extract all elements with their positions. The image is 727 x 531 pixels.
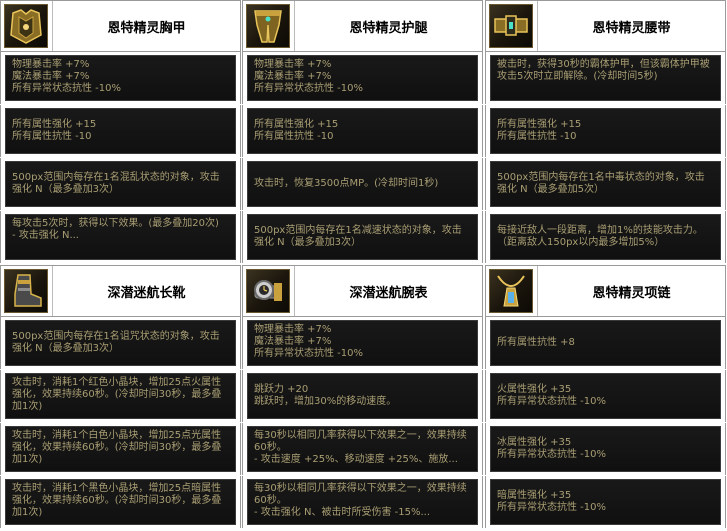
item-header: 恩特精灵项链	[485, 265, 726, 317]
effect-row: 每30秒以相同几率获得以下效果之一，效果持续60秒。 - 攻击速度 +25%、移…	[242, 423, 483, 475]
effect-row: 攻击时，消耗1个白色小晶块，增加25点光属性强化，效果持续60秒。(冷却时间30…	[0, 423, 241, 475]
effect-text: 每30秒以相同几率获得以下效果之一，效果持续60秒。 - 攻击强化 N、被击时所…	[247, 479, 478, 525]
effect-row: 所有属性强化 +15 所有属性抗性 -10	[242, 105, 483, 157]
effect-text: 500px范围内每存在1名中毒状态的对象，攻击强化 N（最多叠加5次）	[490, 161, 721, 207]
diving-boots-icon	[4, 269, 48, 313]
effect-row: 500px范围内每存在1名混乱状态的对象，攻击强化 N（最多叠加3次）	[0, 158, 241, 210]
effect-row: 所有属性强化 +15 所有属性抗性 -10	[485, 105, 726, 157]
item-header: 深潜迷航长靴	[0, 265, 241, 317]
effect-text: 所有属性强化 +15 所有属性抗性 -10	[247, 108, 478, 154]
effect-text: 每接近敌人一段距离，增加1%的技能攻击力。（距离敌人150px以内最多增加5%）	[490, 214, 721, 260]
effect-text: 冰属性强化 +35 所有异常状态抗性 -10%	[490, 426, 721, 472]
diving-wristwatch-icon	[246, 269, 290, 313]
golden-belt-icon	[489, 4, 533, 48]
equipment-set-grid: 恩特精灵胸甲 物理暴击率 +7% 魔法暴击率 +7% 所有异常状态抗性 -10%…	[0, 0, 727, 531]
effect-text: 500px范围内每存在1名诅咒状态的对象，攻击强化 N（最多叠加3次）	[5, 320, 236, 366]
effect-row: 物理暴击率 +7% 魔法暴击率 +7% 所有异常状态抗性 -10%	[0, 52, 241, 104]
effect-row: 攻击时，消耗1个黑色小晶块，增加25点暗属性强化，效果持续60秒。(冷却时间30…	[0, 476, 241, 528]
effect-row: 暗属性强化 +35 所有异常状态抗性 -10%	[485, 476, 726, 528]
effect-text: 所有属性抗性 +8	[490, 320, 721, 366]
effect-text: 所有属性强化 +15 所有属性抗性 -10	[490, 108, 721, 154]
item-name: 恩特精灵胸甲	[107, 20, 186, 36]
effect-text: 每30秒以相同几率获得以下效果之一，效果持续60秒。 - 攻击速度 +25%、移…	[247, 426, 478, 472]
item-name: 恩特精灵腰带	[592, 20, 671, 36]
item-name: 恩特精灵项链	[592, 285, 671, 301]
effect-row: 每接近敌人一段距离，增加1%的技能攻击力。（距离敌人150px以内最多增加5%）	[485, 211, 726, 263]
effect-row: 攻击时，消耗1个红色小晶块，增加25点火属性强化，效果持续60秒。(冷却时间30…	[0, 370, 241, 422]
golden-necklace-icon	[489, 269, 533, 313]
item-name: 深潜迷航腕表	[349, 285, 428, 301]
effect-row: 冰属性强化 +35 所有异常状态抗性 -10%	[485, 423, 726, 475]
effect-row: 500px范围内每存在1名中毒状态的对象，攻击强化 N（最多叠加5次）	[485, 158, 726, 210]
effect-row: 每30秒以相同几率获得以下效果之一，效果持续60秒。 - 攻击强化 N、被击时所…	[242, 476, 483, 528]
item-header: 恩特精灵腰带	[485, 0, 726, 52]
effect-text: 被击时，获得30秒的霸体护甲，但该霸体护甲被攻击5次时立即解除。(冷却时间5秒)	[490, 55, 721, 101]
effect-row: 500px范围内每存在1名诅咒状态的对象，攻击强化 N（最多叠加3次）	[0, 317, 241, 369]
effect-text: 攻击时，消耗1个黑色小晶块，增加25点暗属性强化，效果持续60秒。(冷却时间30…	[5, 479, 236, 525]
effect-text: 跳跃力 +20 跳跃时，增加30%的移动速度。	[247, 373, 478, 419]
effect-text: 火属性强化 +35 所有异常状态抗性 -10%	[490, 373, 721, 419]
effect-row: 物理暴击率 +7% 魔法暴击率 +7% 所有异常状态抗性 -10%	[242, 52, 483, 104]
effect-text: 所有属性强化 +15 所有属性抗性 -10	[5, 108, 236, 154]
effect-row: 被击时，获得30秒的霸体护甲，但该霸体护甲被攻击5次时立即解除。(冷却时间5秒)	[485, 52, 726, 104]
effect-row: 所有属性强化 +15 所有属性抗性 -10	[0, 105, 241, 157]
effect-text: 攻击时，消耗1个红色小晶块，增加25点火属性强化，效果持续60秒。(冷却时间30…	[5, 373, 236, 419]
effect-row: 每攻击5次时，获得以下效果。(最多叠加20次) - 攻击强化 N...	[0, 211, 241, 263]
effect-row: 物理暴击率 +7% 魔法暴击率 +7% 所有异常状态抗性 -10%	[242, 317, 483, 369]
effect-text: 物理暴击率 +7% 魔法暴击率 +7% 所有异常状态抗性 -10%	[247, 55, 478, 101]
item-name: 深潜迷航长靴	[107, 285, 186, 301]
effect-row: 跳跃力 +20 跳跃时，增加30%的移动速度。	[242, 370, 483, 422]
effect-text: 物理暴击率 +7% 魔法暴击率 +7% 所有异常状态抗性 -10%	[247, 320, 478, 366]
effect-text: 500px范围内每存在1名减速状态的对象，攻击强化 N（最多叠加3次）	[247, 214, 478, 260]
golden-leg-armor-icon	[246, 4, 290, 48]
effect-row: 攻击时，恢复3500点MP。(冷却时间1秒)	[242, 158, 483, 210]
effect-text: 每攻击5次时，获得以下效果。(最多叠加20次) - 攻击强化 N...	[5, 214, 236, 260]
item-header: 恩特精灵胸甲	[0, 0, 241, 52]
effect-row: 500px范围内每存在1名减速状态的对象，攻击强化 N（最多叠加3次）	[242, 211, 483, 263]
effect-row: 所有属性抗性 +8	[485, 317, 726, 369]
effect-text: 物理暴击率 +7% 魔法暴击率 +7% 所有异常状态抗性 -10%	[5, 55, 236, 101]
effect-text: 500px范围内每存在1名混乱状态的对象，攻击强化 N（最多叠加3次）	[5, 161, 236, 207]
item-header: 恩特精灵护腿	[242, 0, 483, 52]
item-name: 恩特精灵护腿	[349, 20, 428, 36]
effect-text: 攻击时，恢复3500点MP。(冷却时间1秒)	[247, 161, 478, 207]
effect-text: 攻击时，消耗1个白色小晶块，增加25点光属性强化，效果持续60秒。(冷却时间30…	[5, 426, 236, 472]
golden-chest-armor-icon	[4, 4, 48, 48]
effect-row: 火属性强化 +35 所有异常状态抗性 -10%	[485, 370, 726, 422]
effect-text: 暗属性强化 +35 所有异常状态抗性 -10%	[490, 479, 721, 525]
item-header: 深潜迷航腕表	[242, 265, 483, 317]
